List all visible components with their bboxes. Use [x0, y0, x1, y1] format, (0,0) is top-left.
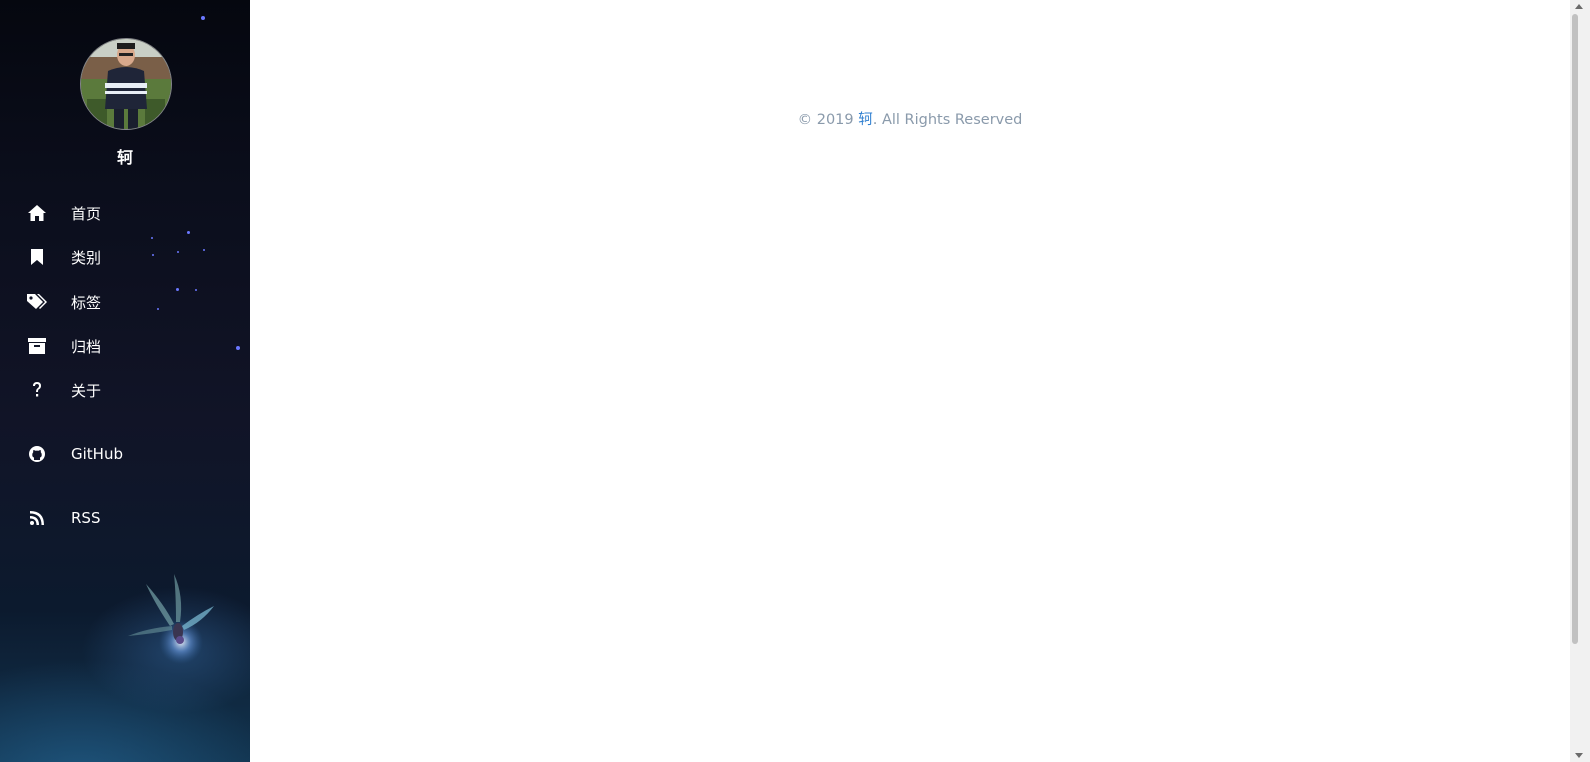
author-name: 轲 — [116, 148, 133, 167]
star-decoration — [157, 308, 159, 310]
star-decoration — [195, 289, 197, 291]
page: 轲 首页 类别 标签 归档 关于 GitHub RSS © 2019 轲. Al… — [0, 0, 1590, 762]
question-icon — [26, 379, 48, 401]
star-decoration — [151, 237, 153, 239]
sidebar-item-label: RSS — [71, 509, 101, 527]
avatar[interactable] — [80, 38, 172, 130]
sidebar-item-label: 首页 — [71, 204, 102, 223]
star-decoration — [152, 254, 154, 256]
sidebar-item-home[interactable]: 首页 — [26, 201, 101, 225]
scrollbar-thumb[interactable] — [1572, 14, 1578, 644]
home-icon — [26, 202, 48, 224]
star-decoration — [177, 251, 179, 253]
star-decoration — [187, 231, 190, 234]
footer-author-link[interactable]: 轲 — [858, 112, 873, 128]
scroll-up-arrow-icon[interactable] — [1575, 4, 1583, 9]
dragonfly-illustration — [128, 574, 214, 664]
sidebar-item-label: 关于 — [71, 381, 102, 400]
sidebar-item-label: 归档 — [71, 337, 102, 356]
sidebar-item-github[interactable]: GitHub — [26, 442, 123, 466]
sidebar-item-categories[interactable]: 类别 — [26, 245, 101, 269]
sidebar-item-label: 类别 — [71, 248, 102, 267]
vertical-scrollbar[interactable] — [1570, 0, 1590, 762]
sidebar-item-label: GitHub — [71, 445, 123, 463]
sidebar-item-archives[interactable]: 归档 — [26, 334, 101, 358]
archive-icon — [26, 335, 48, 357]
sidebar-item-tags[interactable]: 标签 — [26, 290, 101, 314]
github-icon — [26, 443, 48, 465]
sidebar-item-rss[interactable]: RSS — [26, 506, 100, 530]
scroll-down-arrow-icon[interactable] — [1575, 753, 1583, 758]
sidebar-item-label: 标签 — [71, 293, 102, 312]
bookmark-icon — [26, 246, 48, 268]
tags-icon — [26, 291, 48, 313]
star-decoration — [176, 288, 179, 291]
main-content: © 2019 轲. All Rights Reserved — [250, 0, 1570, 762]
rss-icon — [26, 507, 48, 529]
sidebar-item-about[interactable]: 关于 — [26, 378, 101, 402]
copyright-suffix: . All Rights Reserved — [872, 112, 1023, 128]
copyright-prefix: © 2019 — [797, 112, 859, 128]
sidebar: 轲 首页 类别 标签 归档 关于 GitHub RSS — [0, 0, 250, 762]
star-decoration — [236, 346, 240, 350]
star-decoration — [203, 249, 205, 251]
star-decoration — [201, 16, 205, 20]
footer-copyright: © 2019 轲. All Rights Reserved — [250, 108, 1570, 129]
